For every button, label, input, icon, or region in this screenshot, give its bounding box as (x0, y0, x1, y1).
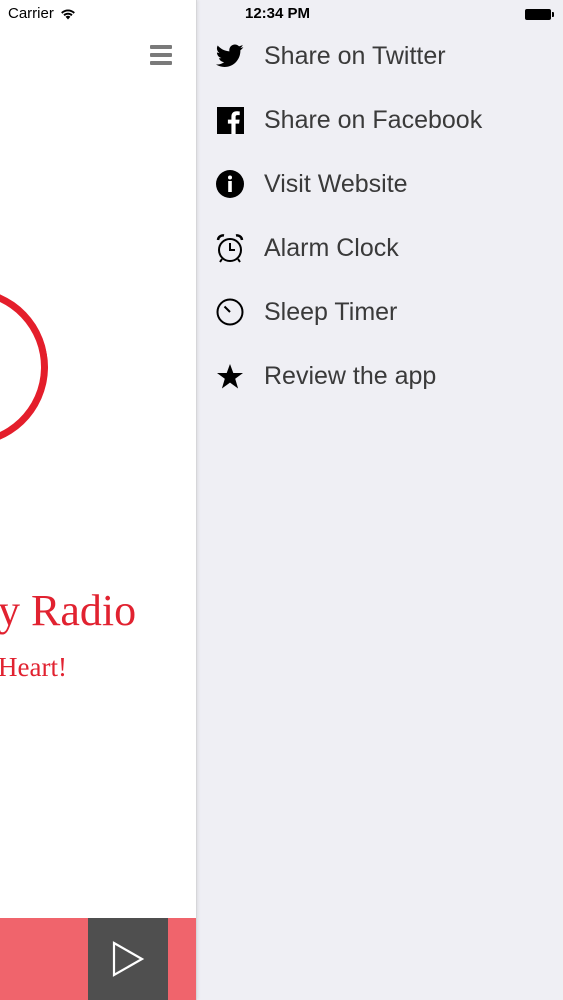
menu-item-label: Visit Website (264, 169, 408, 198)
hamburger-menu-icon[interactable] (150, 45, 172, 65)
timer-icon (215, 297, 245, 327)
menu-item-sleep-timer[interactable]: Sleep Timer (197, 280, 563, 344)
station-title: y Radio (0, 586, 137, 635)
menu-item-label: Alarm Clock (264, 233, 399, 262)
twitter-icon (215, 41, 245, 71)
menu-item-share-twitter[interactable]: Share on Twitter (197, 24, 563, 88)
menu-item-share-facebook[interactable]: Share on Facebook (197, 88, 563, 152)
wifi-icon (60, 8, 75, 19)
status-bar-left: Carrier (8, 5, 76, 22)
star-icon (215, 361, 245, 391)
facebook-icon (215, 105, 245, 135)
carrier-label: Carrier (8, 5, 54, 22)
menu-item-visit-website[interactable]: Visit Website (197, 152, 563, 216)
menu-item-review-app[interactable]: Review the app (197, 344, 563, 408)
battery-icon (525, 8, 555, 20)
info-icon (215, 169, 245, 199)
side-menu: 12:34 PM Share on Twitter Share on Faceb… (197, 0, 563, 1000)
menu-item-label: Share on Facebook (264, 105, 483, 134)
menu-list: Share on Twitter Share on Facebook Visit… (197, 24, 563, 408)
menu-item-label: Review the app (264, 361, 437, 390)
alarm-clock-icon (215, 233, 245, 263)
logo-ring (0, 275, 61, 459)
status-time: 12:34 PM (245, 5, 311, 22)
menu-item-label: Sleep Timer (264, 297, 398, 326)
menu-item-label: Share on Twitter (264, 41, 446, 70)
play-icon (112, 941, 145, 977)
play-button[interactable] (88, 918, 168, 1000)
station-tagline: Heart! (0, 652, 67, 682)
menu-item-alarm-clock[interactable]: Alarm Clock (197, 216, 563, 280)
app-screen: Carrier y Radio Heart! 12:34 PM Share on… (0, 0, 563, 1000)
main-panel[interactable]: Carrier y Radio Heart! (0, 0, 197, 1000)
